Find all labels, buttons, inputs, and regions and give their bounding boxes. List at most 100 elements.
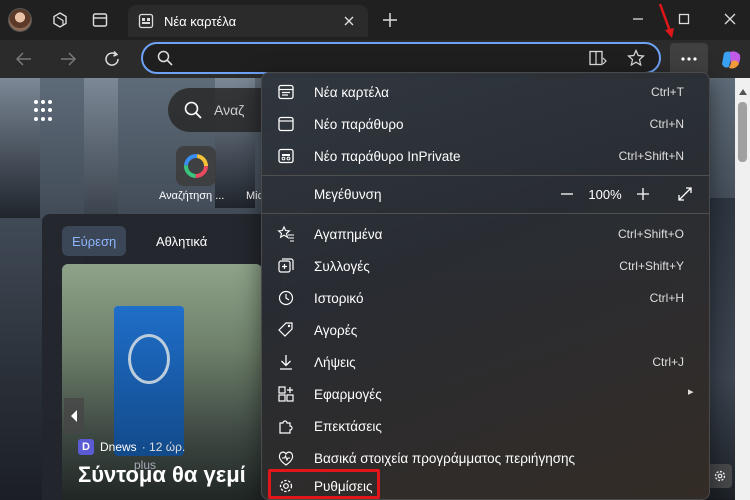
red-arrow-annotation xyxy=(658,3,674,38)
quick-link-search[interactable] xyxy=(176,146,216,186)
menu-item-collections[interactable]: Συλλογές Ctrl+Shift+Y xyxy=(266,251,706,281)
quick-link-label: Αναζήτηση ... xyxy=(159,190,225,202)
shopping-icon xyxy=(276,320,296,340)
search-placeholder: Αναζ xyxy=(214,102,245,118)
settings-and-more-menu: Νέα καρτέλα Ctrl+T Νέο παράθυρο Ctrl+N Ν… xyxy=(261,72,710,500)
more-dots-icon xyxy=(681,57,697,61)
menu-item-label: Βασικά στοιχεία προγράμματος περιήγησης xyxy=(314,450,576,466)
source-time: · 12 ώρ. xyxy=(141,440,186,454)
new-tab-button[interactable] xyxy=(378,8,402,32)
menu-item-shopping[interactable]: Αγορές xyxy=(266,315,706,345)
menu-item-label: Αγορές xyxy=(314,322,358,338)
address-input[interactable] xyxy=(179,49,589,67)
ev-charger-illustration xyxy=(114,306,184,456)
tab-page-icon xyxy=(138,13,154,29)
refresh-button[interactable] xyxy=(100,47,124,71)
minimize-button[interactable] xyxy=(626,8,650,30)
close-icon[interactable] xyxy=(338,10,360,32)
page-settings-button[interactable] xyxy=(708,464,732,488)
download-icon xyxy=(276,352,296,372)
menu-item-zoom: Μεγέθυνση 100% xyxy=(266,179,706,209)
source-name: Dnews xyxy=(100,440,137,454)
apps-launcher-icon[interactable] xyxy=(34,100,56,122)
menu-item-new-tab[interactable]: Νέα καρτέλα Ctrl+T xyxy=(266,77,706,107)
address-bar[interactable] xyxy=(141,42,661,74)
background-skyline xyxy=(0,78,40,218)
settings-highlight-annotation xyxy=(268,469,380,499)
menu-item-label: Νέο παράθυρο InPrivate xyxy=(314,148,461,164)
tab-title: Νέα καρτέλα xyxy=(164,13,237,29)
inprivate-icon xyxy=(276,146,296,166)
menu-item-label: Αγαπημένα xyxy=(314,226,383,242)
menu-item-shortcut: Ctrl+N xyxy=(649,117,684,131)
news-headline[interactable]: Σύντομα θα γεμί xyxy=(78,462,246,488)
feed-tab-discover[interactable]: Εύρεση xyxy=(62,226,127,256)
menu-item-shortcut: Ctrl+Shift+O xyxy=(617,227,684,241)
gear-icon xyxy=(714,470,726,482)
tab-new-tab[interactable]: Νέα καρτέλα xyxy=(128,5,368,37)
menu-item-label: Νέο παράθυρο xyxy=(314,116,404,132)
search-icon xyxy=(184,101,202,119)
menu-item-label: Λήψεις xyxy=(314,354,356,370)
minus-icon xyxy=(561,193,573,195)
news-feed-panel: Εύρεση Αθλητικά plus xyxy=(42,214,282,500)
extensions-icon xyxy=(276,416,296,436)
source-logo: D xyxy=(78,439,94,455)
menu-divider xyxy=(262,175,709,176)
window-icon xyxy=(276,114,296,134)
scroll-thumb[interactable] xyxy=(738,102,747,162)
menu-item-new-window[interactable]: Νέο παράθυρο Ctrl+N xyxy=(266,109,706,139)
zoom-level: 100% xyxy=(588,186,622,202)
background-right xyxy=(708,198,735,498)
new-tab-icon xyxy=(276,82,296,102)
menu-item-downloads[interactable]: Λήψεις Ctrl+J xyxy=(266,347,706,377)
menu-item-shortcut: Ctrl+Shift+N xyxy=(618,149,684,163)
news-source: D Dnews · 12 ώρ. xyxy=(78,439,185,455)
chevron-left-icon xyxy=(71,410,77,422)
menu-item-inprivate[interactable]: Νέο παράθυρο InPrivate Ctrl+Shift+N xyxy=(266,141,706,171)
menu-item-label: Ιστορικό xyxy=(314,290,364,306)
apps-icon xyxy=(276,384,296,404)
collections-icon xyxy=(276,256,296,276)
menu-item-shortcut: Ctrl+J xyxy=(652,355,684,369)
zoom-out-button[interactable] xyxy=(556,183,578,205)
reader-view-icon[interactable] xyxy=(589,50,607,71)
scroll-up-arrow[interactable] xyxy=(735,86,750,98)
menu-item-label: Συλλογές xyxy=(314,258,370,274)
menu-item-apps[interactable]: Εφαρμογές xyxy=(266,379,706,409)
zoom-controls: 100% xyxy=(556,179,706,209)
plus-icon xyxy=(637,188,649,200)
favorite-star-icon[interactable] xyxy=(627,49,645,72)
menu-item-shortcut: Ctrl+Shift+Y xyxy=(619,259,684,273)
menu-item-label: Επεκτάσεις xyxy=(314,418,382,434)
page-scrollbar[interactable] xyxy=(735,78,750,500)
fullscreen-button[interactable] xyxy=(674,183,696,205)
favorites-icon xyxy=(276,224,296,244)
feed-tab-sports[interactable]: Αθλητικά xyxy=(146,226,217,256)
close-window-button[interactable] xyxy=(718,8,742,30)
workspaces-icon[interactable] xyxy=(50,10,70,30)
fullscreen-icon xyxy=(678,187,692,201)
submenu-chevron-icon: ▸ xyxy=(688,386,694,398)
menu-item-shortcut: Ctrl+H xyxy=(649,291,684,305)
profile-avatar[interactable] xyxy=(8,8,32,32)
title-bar: Νέα καρτέλα xyxy=(0,0,750,40)
feed-prev-button[interactable] xyxy=(64,398,84,434)
menu-item-shortcut: Ctrl+T xyxy=(651,85,684,99)
back-button[interactable] xyxy=(12,47,36,71)
menu-item-favorites[interactable]: Αγαπημένα Ctrl+Shift+O xyxy=(266,219,706,249)
tab-actions-icon[interactable] xyxy=(90,10,110,30)
search-icon xyxy=(157,50,173,71)
settings-and-more-button[interactable] xyxy=(670,43,708,75)
forward-button[interactable] xyxy=(56,47,80,71)
quick-link-icon xyxy=(184,154,208,178)
menu-item-label: Εφαρμογές xyxy=(314,386,382,402)
essentials-icon xyxy=(276,448,296,468)
zoom-in-button[interactable] xyxy=(632,183,654,205)
menu-item-label: Νέα καρτέλα xyxy=(314,84,389,100)
history-icon xyxy=(276,288,296,308)
menu-item-extensions[interactable]: Επεκτάσεις xyxy=(266,411,706,441)
copilot-icon[interactable] xyxy=(720,49,742,71)
menu-item-history[interactable]: Ιστορικό Ctrl+H xyxy=(266,283,706,313)
menu-divider xyxy=(262,213,709,214)
